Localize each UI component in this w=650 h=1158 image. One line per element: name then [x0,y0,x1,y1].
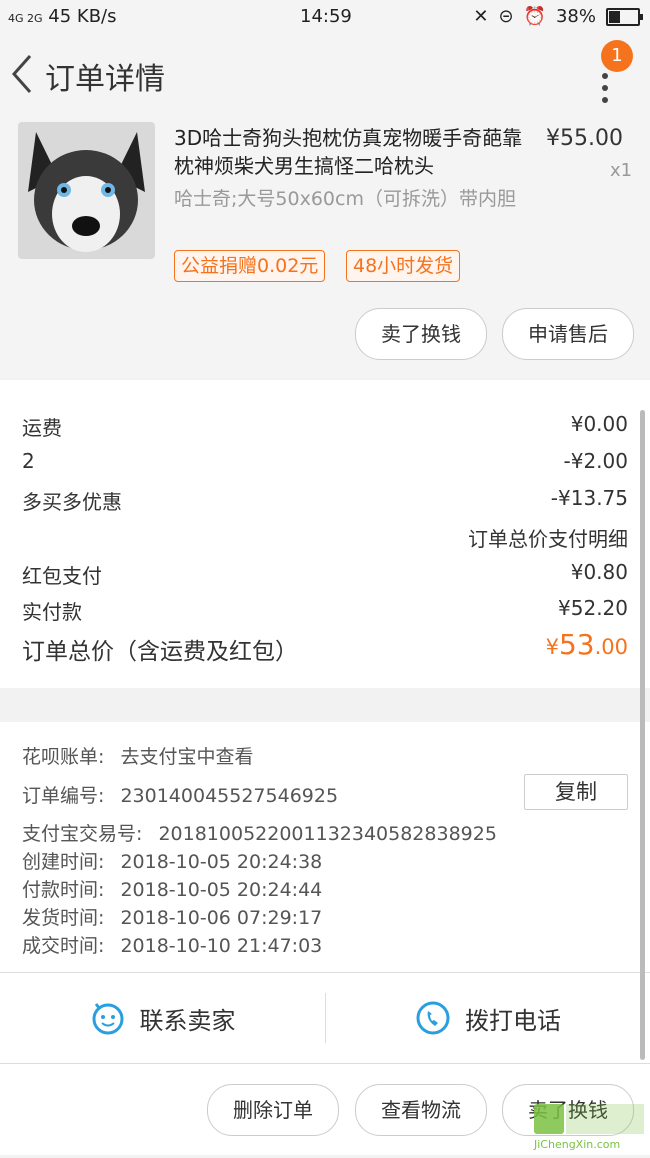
page-title: 订单详情 [45,62,165,97]
resell-button[interactable]: 卖了换钱 [355,308,487,360]
section-gap [0,688,650,722]
info-label: 创建时间: [22,851,105,873]
fee-label: 多买多优惠 [22,490,122,514]
shipping-tag: 48小时发货 [346,250,461,282]
call-button[interactable]: 拨打电话 [326,973,650,1063]
info-row-shipped: 发货时间: 2018-10-06 07:29:17 [22,903,322,930]
info-row-huabei: 花呗账单: 去支付宝中查看 [22,742,253,769]
status-icons: ✕ ⊝ ⏰ 38% [473,6,643,27]
info-row-alipay-no: 支付宝交易号: 2018100522001132340582838925 [22,819,497,846]
info-row-order-no: 订单编号: 230140045527546925 [22,781,338,808]
fee-label: 实付款 [22,600,82,624]
back-arrow-icon[interactable] [8,52,38,96]
husky-pillow-image [18,122,155,259]
signal-speed: 4G 2G 45 KB/s [8,6,117,27]
info-value: 2018-10-06 07:29:17 [120,907,323,929]
mute-icon: ✕ [473,6,489,27]
status-bar: 4G 2G 45 KB/s 14:59 ✕ ⊝ ⏰ 38% [0,0,650,36]
fee-row-red-packet: 红包支付 ¥0.80 [22,560,628,589]
chat-face-icon [92,1003,123,1035]
header: 订单详情 1 [0,36,650,116]
call-label: 拨打电话 [465,1006,561,1035]
fee-value: ¥52.20 [558,596,628,620]
info-row-paid: 付款时间: 2018-10-05 20:24:44 [22,875,322,902]
notification-badge: 1 [601,40,633,72]
battery-percent: 38% [555,6,596,27]
product-price: ¥55.00 [546,126,623,151]
scrollbar[interactable] [640,410,645,1060]
lock-icon: ⊝ [498,6,514,27]
payment-detail-link[interactable]: 订单总价支付明细 [22,523,628,552]
product-title[interactable]: 3D哈士奇狗头抱枕仿真宠物暖手奇葩靠枕神烦柴犬男生搞怪二哈枕头 [174,124,534,180]
network-speed: 45 KB/s [48,6,117,27]
product-card[interactable]: 3D哈士奇狗头抱枕仿真宠物暖手奇葩靠枕神烦柴犬男生搞怪二哈枕头 ¥55.00 x… [0,116,650,378]
signal-indicator: 4G 2G [8,12,43,25]
fee-row-paid: 实付款 ¥52.20 [22,596,628,625]
fee-label: 红包支付 [22,564,102,588]
info-value: 2018-10-05 20:24:38 [120,851,323,873]
contact-seller-button[interactable]: 联系卖家 [0,973,325,1063]
watermark-text: JiChengXin.com [534,1138,621,1151]
product-quantity: x1 [610,160,633,181]
info-label: 订单编号: [22,785,105,807]
phone-icon [416,1001,450,1035]
delete-order-button[interactable]: 删除订单 [207,1084,339,1136]
fee-label: 运费 [22,416,62,440]
info-label: 付款时间: [22,879,105,901]
view-logistics-button[interactable]: 查看物流 [355,1084,487,1136]
total-integer: 53 [558,628,595,661]
product-image[interactable] [18,122,155,259]
info-value: 2018-10-05 20:24:44 [120,879,323,901]
fee-label: 2 [22,449,35,473]
fee-row-discount: 2 -¥2.00 [22,449,628,473]
fees-section: 运费 ¥0.00 2 -¥2.00 多买多优惠 -¥13.75 订单总价支付明细… [0,380,650,688]
fee-row-shipping: 运费 ¥0.00 [22,412,628,441]
fee-value: -¥2.00 [563,449,628,473]
site-watermark: JiChengXin.com [530,1100,648,1154]
fee-value: ¥0.80 [570,560,628,584]
total-decimal: .00 [594,635,628,659]
after-sale-button[interactable]: 申请售后 [502,308,634,360]
charity-tag: 公益捐赠0.02元 [174,250,326,282]
info-value: 230140045527546925 [120,785,339,807]
contact-seller-label: 联系卖家 [139,1006,236,1035]
info-label: 花呗账单: [22,746,105,768]
fee-value[interactable]: 订单总价支付明细 [468,523,628,552]
fee-value: ¥0.00 [570,412,628,436]
info-row-created: 创建时间: 2018-10-05 20:24:38 [22,847,322,874]
product-sku: 哈士奇;大号50x60cm（可拆洗）带内胆 [174,188,516,210]
clock: 14:59 [300,6,352,27]
total-currency: ¥ [545,635,559,659]
info-label: 成交时间: [22,935,105,957]
info-value: 2018-10-10 21:47:03 [120,935,323,957]
info-row-completed: 成交时间: 2018-10-10 21:47:03 [22,931,322,958]
fee-value: -¥13.75 [550,486,628,510]
info-value: 2018100522001132340582838925 [158,823,497,845]
order-info-section: 花呗账单: 去支付宝中查看 订单编号: 230140045527546925 复… [0,722,650,972]
fee-row-multi-buy: 多买多优惠 -¥13.75 [22,486,628,515]
info-label: 支付宝交易号: [22,823,143,845]
info-value[interactable]: 去支付宝中查看 [120,746,253,768]
alarm-icon: ⏰ [523,6,546,27]
battery-icon [606,7,643,26]
info-label: 发货时间: [22,907,105,929]
copy-button[interactable]: 复制 [524,774,628,810]
contact-bar: 联系卖家 拨打电话 [0,972,650,1064]
order-total-label: 订单总价（含运费及红包） [22,639,298,665]
order-total-value: ¥53.00 [546,628,628,661]
